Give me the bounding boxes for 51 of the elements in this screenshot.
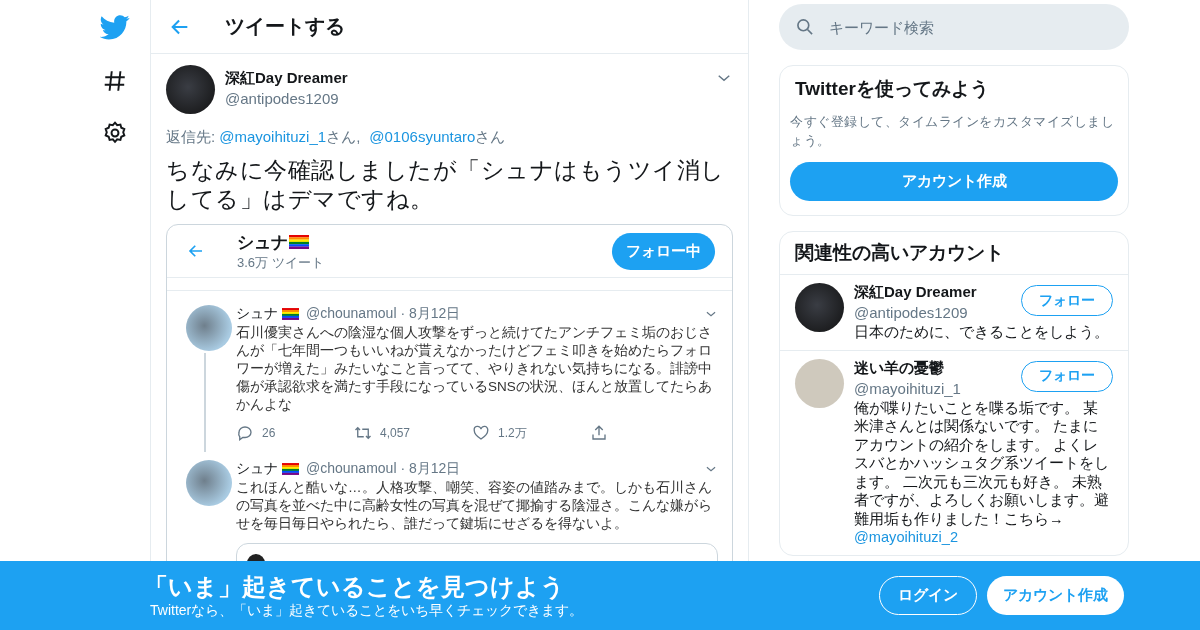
tweet-text: ちなみに今確認しましたが「シュナはもうツイ消ししてる」はデマですね。 <box>166 156 726 214</box>
settings-icon[interactable] <box>102 120 128 146</box>
tweet-author: シュナ <box>236 305 278 323</box>
account-bio: 俺が喋りたいことを喋る垢です。 某米津さんとは関係ないです。 たまにアカウントの紹介をします。 よくレスバとかハッシュタグ系ツイートをします。 二次元も三次元も好き。 未熟者ですが、よろしくお願いします。避難用垢も作りました！こちら→ @mayoihituzi_2 <box>854 398 1113 547</box>
account-name[interactable]: 迷い羊の憂鬱 <box>854 358 961 378</box>
follow-button[interactable]: フォロー <box>1021 285 1113 316</box>
card-title: 関連性の高いアカウント <box>780 232 1128 275</box>
share-icon <box>590 424 608 442</box>
card-title: Twitterを使ってみよう <box>795 77 990 101</box>
speech-bubble-icon <box>236 424 254 442</box>
banner-title: 「いま」起きていることを見つけよう <box>144 571 566 602</box>
honorific: さん <box>475 128 506 145</box>
handle-and-date: @chounamoul · 8月12日 <box>306 460 461 478</box>
mention-link[interactable]: @0106syuntaro <box>369 128 476 145</box>
honorific: さん <box>326 128 357 145</box>
rainbow-flag-icon <box>289 235 309 249</box>
banner-subtitle: Twitterなら、「いま」起きていることをいち早くチェックできます。 <box>150 601 584 620</box>
account-handle[interactable]: @mayoihituzi_1 <box>854 379 961 397</box>
account-bio: 日本のために、できることをしよう。 <box>854 323 1110 342</box>
action-count: 4,057 <box>380 426 411 440</box>
separator: , <box>356 128 361 145</box>
hashtag-icon[interactable] <box>102 68 128 94</box>
rainbow-flag-icon <box>282 463 299 475</box>
author-handle[interactable]: @antipodes1209 <box>225 89 705 107</box>
create-account-button[interactable]: アカウント作成 <box>987 576 1124 615</box>
author-name[interactable]: 深紅Day Dreamer <box>225 68 705 88</box>
action-count: 1.2万 <box>498 424 527 442</box>
account-handle[interactable]: @antipodes1209 <box>854 304 977 321</box>
follow-button[interactable]: フォロー <box>1021 360 1113 392</box>
search-field[interactable]: キーワード検索 <box>779 4 1129 50</box>
rainbow-flag-icon <box>282 308 299 320</box>
tweet-text: 石川優実さんへの陰湿な個人攻撃をずっと続けてたアンチフェミ垢のおじさんが「七年間一つもいいねが貰えなかったけどフェミ叩きを始めたらフォロワーが増えた」みたいなこと言ってて、やりきれない気持ちになる。誹謗中傷が承認欲求を満たす手段になっているSNSの状況、ほんと放置してたらあかんよな <box>236 324 713 414</box>
bird-logo-icon[interactable] <box>100 12 130 42</box>
tweet-count: 3.6万 ツイート <box>237 253 325 272</box>
create-account-button[interactable]: アカウント作成 <box>790 162 1118 201</box>
tweet-text: これほんと酷いな…。人格攻撃、嘲笑、容姿の値踏みまで。しかも石川さんの写真を並べた中に高齢女性の写真を混ぜて揶揄する陰湿さ。こんな嫌がらせを毎日毎日やられたら、誰だって鍵垢にせざるを得ないよ。 <box>236 479 713 533</box>
handle-and-date: @chounamoul · 8月12日 <box>306 305 461 323</box>
reply-label: 返信先: <box>166 128 216 145</box>
mention-link[interactable]: @mayoihituzi_1 <box>219 128 327 145</box>
tweet-author: シュナ <box>236 460 278 478</box>
profile-name: シュナ <box>237 231 288 254</box>
card-text: 今すぐ登録して、タイムラインをカスタマイズしましょう。 <box>790 113 1115 150</box>
following-button[interactable]: フォロー中 <box>612 232 715 270</box>
heart-icon <box>472 424 490 442</box>
page-title: ツイートする <box>225 14 345 39</box>
search-icon <box>795 17 815 37</box>
retweet-icon <box>354 424 372 442</box>
account-name[interactable]: 深紅Day Dreamer <box>854 283 977 302</box>
action-count: 26 <box>262 426 276 440</box>
bio-link[interactable]: @mayoihituzi_2 <box>854 528 1113 547</box>
back-arrow-icon <box>187 242 205 260</box>
